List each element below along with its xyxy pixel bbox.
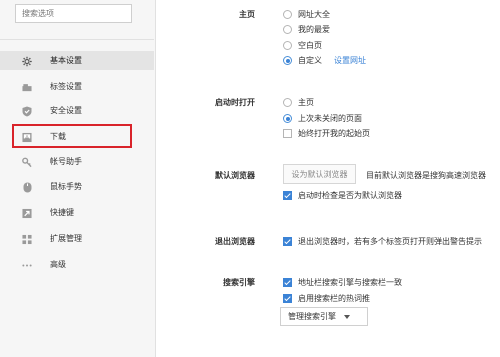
manage-search-engine-dropdown[interactable]: 管理搜索引擎 — [280, 307, 368, 326]
checkbox[interactable] — [283, 129, 292, 138]
sync-search-engine[interactable]: 地址栏搜索引擎与搜索栏一致 — [283, 277, 402, 288]
checkbox[interactable] — [283, 294, 292, 303]
check-default-on-start[interactable]: 启动时检查是否为默认浏览器 — [283, 190, 402, 201]
default-browser-label: 默认浏览器 — [215, 171, 255, 180]
key-icon — [22, 157, 32, 167]
sidebar-item-basic-settings[interactable]: 基本设置 — [0, 51, 154, 70]
startup-option[interactable]: 主页 — [283, 97, 314, 108]
homepage-option[interactable]: 网址大全 — [283, 9, 330, 20]
option-label: 我的最爱 — [298, 25, 330, 34]
sidebar-item-label: 鼠标手势 — [50, 182, 82, 191]
sidebar-item-label: 基本设置 — [50, 56, 82, 65]
chevron-down-icon — [344, 314, 350, 319]
settings-search-input[interactable] — [15, 4, 132, 23]
sidebar-item-account-helper[interactable]: 帐号助手 — [0, 152, 154, 171]
sidebar-item-shortcuts[interactable]: 快捷键 — [0, 203, 154, 222]
option-label: 上次未关闭的页面 — [298, 114, 362, 123]
set-url-link[interactable]: 设置网址 — [334, 55, 366, 66]
sidebar-item-mouse-gestures[interactable]: 鼠标手势 — [0, 177, 154, 196]
sidebar-item-label: 快捷键 — [50, 208, 74, 217]
homepage-option[interactable]: 自定义 设置网址 — [283, 55, 366, 66]
sidebar-item-label: 安全设置 — [50, 106, 82, 115]
sidebar-item-label: 标签设置 — [50, 82, 82, 91]
checkbox[interactable] — [283, 237, 292, 246]
radio-button[interactable] — [283, 56, 292, 65]
download-highlight-box — [12, 124, 132, 148]
enable-hot-words[interactable]: 启用搜索栏的热词推 — [283, 293, 370, 304]
startup-label: 启动时打开 — [215, 98, 255, 107]
radio-button[interactable] — [283, 41, 292, 50]
option-label: 网址大全 — [298, 10, 330, 19]
shortcut-icon — [22, 208, 32, 218]
shield-icon — [22, 106, 32, 116]
sidebar-item-label: 帐号助手 — [50, 157, 82, 166]
sidebar-item-label: 高级 — [50, 260, 66, 269]
checkbox-label: 启动时检查是否为默认浏览器 — [298, 191, 402, 200]
option-label: 空白页 — [298, 41, 322, 50]
extensions-icon — [22, 234, 32, 244]
checkbox-label: 始终打开我的起始页 — [298, 129, 370, 138]
mouse-icon — [22, 182, 32, 192]
homepage-option[interactable]: 我的最爱 — [283, 24, 330, 35]
option-label: 自定义 — [298, 56, 322, 65]
more-icon — [22, 260, 32, 270]
gear-icon — [22, 56, 32, 66]
sidebar-item-security-settings[interactable]: 安全设置 — [0, 101, 154, 120]
radio-button[interactable] — [283, 114, 292, 123]
dropdown-label: 管理搜索引擎 — [288, 312, 336, 321]
radio-button[interactable] — [283, 25, 292, 34]
sidebar-item-tab-settings[interactable]: 标签设置 — [0, 77, 154, 96]
checkbox[interactable] — [283, 191, 292, 200]
settings-sidebar: 基本设置 标签设置 安全设置 下载 帐号助手 鼠标手势 快捷键 — [0, 0, 156, 357]
search-engine-label: 搜索引擎 — [223, 278, 255, 287]
set-default-browser-button[interactable]: 设为默认浏览器 — [283, 164, 356, 184]
option-label: 主页 — [298, 98, 314, 107]
checkbox-label: 退出浏览器时，若有多个标签页打开则弹出警告提示 — [298, 237, 482, 246]
warn-on-exit[interactable]: 退出浏览器时，若有多个标签页打开则弹出警告提示 — [283, 236, 482, 247]
sidebar-item-label: 扩展管理 — [50, 234, 82, 243]
homepage-option[interactable]: 空白页 — [283, 40, 322, 51]
sidebar-item-advanced[interactable]: 高级 — [0, 255, 154, 274]
startup-option[interactable]: 上次未关闭的页面 — [283, 113, 362, 124]
tab-icon — [22, 82, 32, 92]
radio-button[interactable] — [283, 10, 292, 19]
sidebar-item-extensions[interactable]: 扩展管理 — [0, 229, 154, 248]
exit-browser-label: 退出浏览器 — [215, 237, 255, 246]
sidebar-divider — [0, 39, 154, 40]
checkbox-label: 启用搜索栏的热词推 — [298, 294, 370, 303]
homepage-label: 主页 — [239, 10, 255, 19]
checkbox-label: 地址栏搜索引擎与搜索栏一致 — [298, 278, 402, 287]
radio-button[interactable] — [283, 98, 292, 107]
default-browser-status: 目前默认浏览器是搜狗高速浏览器 — [366, 171, 486, 180]
always-open-start-page[interactable]: 始终打开我的起始页 — [283, 128, 370, 139]
checkbox[interactable] — [283, 278, 292, 287]
